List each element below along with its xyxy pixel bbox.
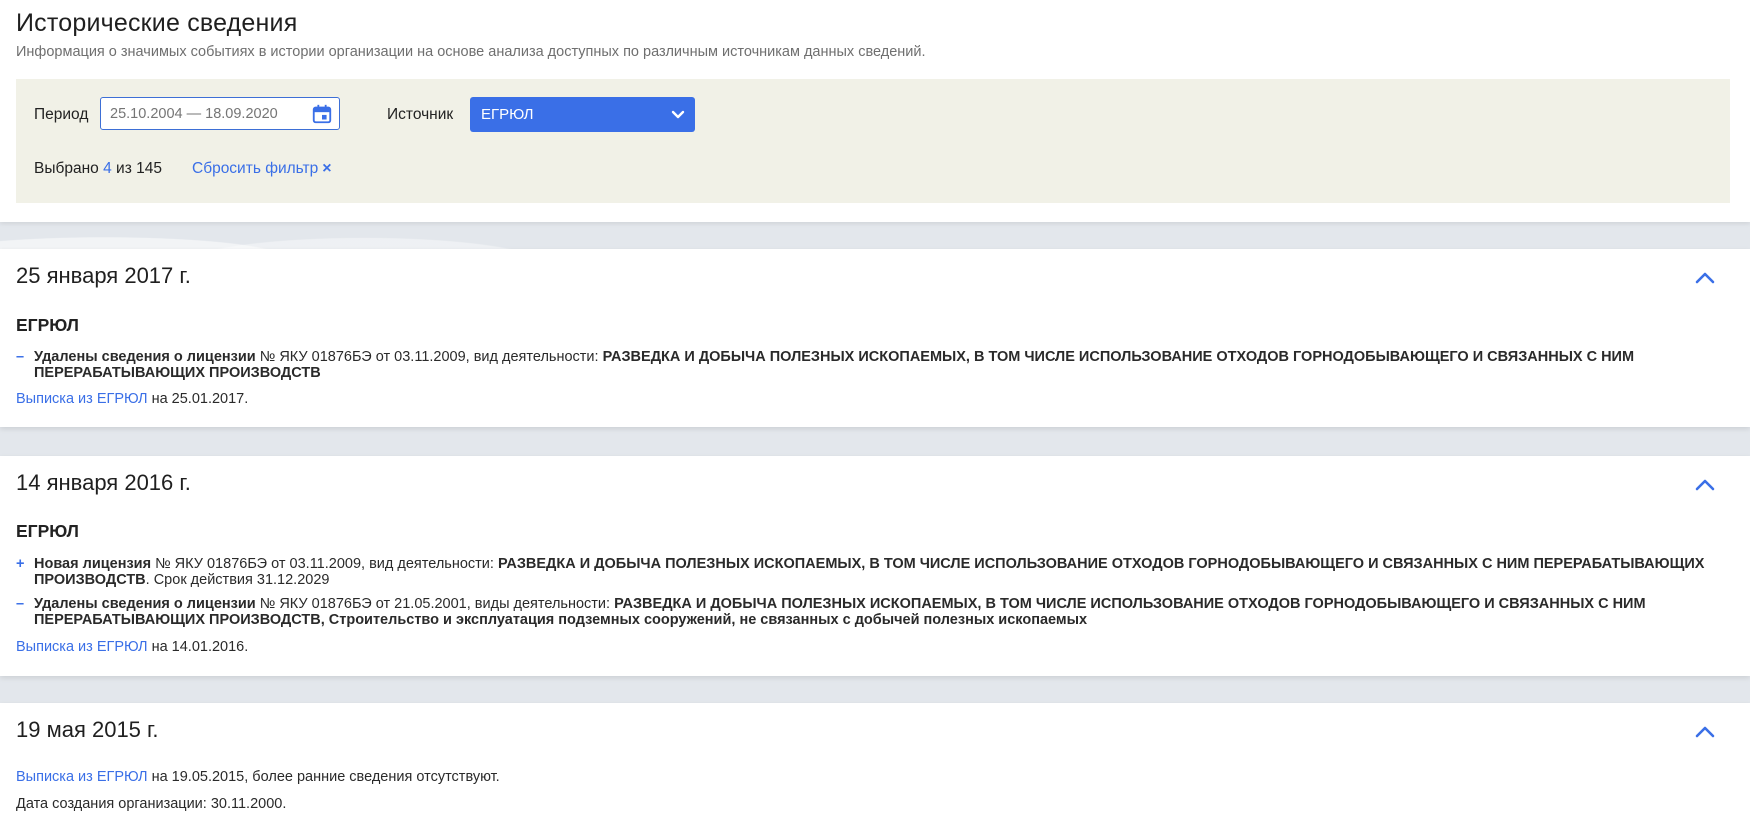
history-header: Исторические сведения Информация о значи… (0, 0, 1750, 222)
event-date: 25 января 2017 г. (16, 263, 191, 288)
change-item: – Удалены сведения о лицензии № ЯКУ 0187… (16, 349, 1716, 381)
change-item: – Удалены сведения о лицензии № ЯКУ 0187… (16, 596, 1716, 628)
chevron-up-icon[interactable] (1694, 474, 1716, 496)
extract-line: Выписка из ЕГРЮЛ на 14.01.2016. (16, 639, 248, 655)
removed-icon: – (16, 349, 25, 365)
extract-date: на 19.05.2015, более ранние сведения отс… (147, 769, 500, 785)
event-card: 25 января 2017 г. ЕГРЮЛ – Удалены сведен… (0, 249, 1750, 427)
selected-count: 4 (103, 160, 112, 177)
close-icon: × (322, 160, 332, 177)
selected-total: из 145 (116, 160, 162, 177)
event-card: 19 мая 2015 г. Выписка из ЕГРЮЛ на 19.05… (0, 703, 1750, 834)
event-card: 14 января 2016 г. ЕГРЮЛ + Новая лицензия… (0, 456, 1750, 676)
reset-filter-button[interactable]: Сбросить фильтр × (192, 160, 332, 178)
change-details: № ЯКУ 01876БЭ от 03.11.2009, вид деятель… (255, 349, 603, 365)
change-lead: Удалены сведения о лицензии (34, 349, 256, 365)
chevron-up-icon[interactable] (1694, 721, 1716, 743)
extract-line: Выписка из ЕГРЮЛ на 19.05.2015, более ра… (16, 769, 500, 785)
added-icon: + (16, 556, 25, 572)
change-text: Удалены сведения о лицензии № ЯКУ 01876Б… (34, 349, 1716, 381)
event-date: 14 января 2016 г. (16, 470, 191, 495)
change-lead: Удалены сведения о лицензии (34, 596, 256, 612)
extract-date: на 14.01.2016. (147, 639, 249, 655)
chevron-up-icon[interactable] (1694, 267, 1716, 289)
egrul-extract-link[interactable]: Выписка из ЕГРЮЛ (16, 639, 148, 655)
period-field[interactable] (100, 97, 340, 130)
selected-prefix: Выбрано (34, 160, 99, 177)
egrul-extract-link[interactable]: Выписка из ЕГРЮЛ (16, 391, 148, 407)
page-subtitle: Информация о значимых событиях в истории… (16, 44, 926, 60)
source-select-value: ЕГРЮЛ (481, 106, 534, 123)
change-lead: Новая лицензия (34, 556, 152, 572)
extract-line: Выписка из ЕГРЮЛ на 25.01.2017. (16, 391, 248, 407)
change-details: № ЯКУ 01876БЭ от 21.05.2001, виды деятел… (255, 596, 615, 612)
change-item: + Новая лицензия № ЯКУ 01876БЭ от 03.11.… (16, 556, 1716, 588)
period-input[interactable] (110, 98, 300, 129)
reset-filter-label: Сбросить фильтр (192, 160, 319, 177)
change-details: № ЯКУ 01876БЭ от 03.11.2009, вид деятель… (151, 556, 498, 572)
filter-panel: Период Источник ЕГРЮЛ Выбрано 4 из 145 С (16, 79, 1730, 203)
removed-icon: – (16, 596, 25, 612)
change-text: Новая лицензия № ЯКУ 01876БЭ от 03.11.20… (34, 556, 1716, 588)
page-title: Исторические сведения (16, 9, 298, 37)
calendar-icon[interactable] (311, 103, 333, 125)
source-label: Источник (387, 106, 454, 123)
event-source: ЕГРЮЛ (16, 315, 79, 335)
source-select[interactable]: ЕГРЮЛ (470, 97, 695, 132)
period-label: Период (34, 106, 89, 123)
creation-date: Дата создания организации: 30.11.2000. (16, 796, 287, 812)
event-source: ЕГРЮЛ (16, 521, 79, 541)
change-tail: . Срок действия 31.12.2029 (145, 572, 330, 588)
chevron-down-icon (671, 110, 685, 119)
extract-date: на 25.01.2017. (147, 391, 249, 407)
selected-count-info: Выбрано 4 из 145 (34, 160, 162, 178)
egrul-extract-link[interactable]: Выписка из ЕГРЮЛ (16, 769, 148, 785)
change-text: Удалены сведения о лицензии № ЯКУ 01876Б… (34, 596, 1716, 628)
event-date: 19 мая 2015 г. (16, 717, 159, 742)
